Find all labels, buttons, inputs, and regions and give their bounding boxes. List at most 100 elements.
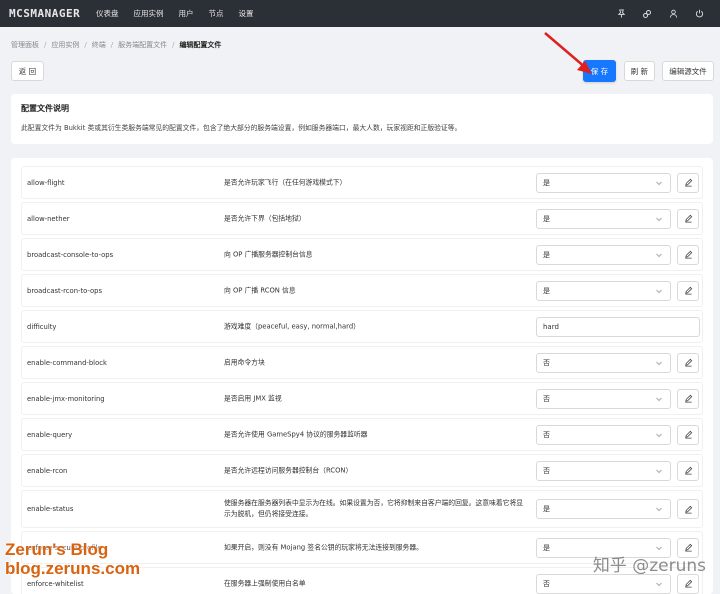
config-description: 是否启用 JMX 监视 [224, 394, 282, 402]
watermark-blog-url: blog.zeruns.com [5, 559, 141, 578]
config-description: 是否允许使用 GameSpy4 协议的服务器监听器 [224, 430, 368, 438]
chevron-down-icon [656, 217, 662, 221]
config-description: 是否允许下界（包括地狱） [224, 214, 306, 222]
nav-users[interactable]: 用户 [179, 8, 194, 19]
pencil-icon [684, 394, 692, 403]
chevron-down-icon [656, 507, 662, 512]
config-description: 向 OP 广播服务器控制台信息 [224, 250, 313, 258]
nav-nodes[interactable]: 节点 [209, 8, 224, 19]
breadcrumb-separator: / [44, 41, 47, 49]
edit-button[interactable] [677, 499, 699, 519]
config-value-select[interactable]: 是 [536, 244, 671, 265]
breadcrumb-separator: / [110, 41, 114, 49]
edit-button[interactable] [677, 172, 699, 193]
nav-instances[interactable]: 应用实例 [134, 8, 164, 19]
pencil-icon [684, 466, 692, 475]
chevron-down-icon [656, 253, 662, 257]
pencil-icon [684, 214, 692, 223]
pencil-icon [684, 178, 692, 187]
nav-dashboard[interactable]: 仪表盘 [96, 8, 119, 19]
config-value-select[interactable]: 是 [536, 172, 671, 193]
edit-button[interactable] [677, 244, 699, 265]
watermark-zhihu: 知乎 @zeruns [592, 556, 706, 576]
pencil-icon [684, 505, 692, 514]
config-row: broadcast-rcon-to-ops 向 OP 广播 RCON 信息 是 [21, 274, 703, 307]
chevron-down-icon [656, 397, 662, 401]
edit-source-button[interactable]: 编辑源文件 [662, 61, 714, 81]
config-description: 是否允许远程访问服务器控制台（RCON） [224, 466, 353, 474]
info-card: 配置文件说明 此配置文件为 Bukkit 类或其衍生类服务端常见的配置文件，包含… [11, 94, 713, 144]
config-row: broadcast-console-to-ops 向 OP 广播服务器控制台信息… [21, 238, 703, 271]
pencil-icon [684, 286, 692, 295]
chevron-down-icon [656, 181, 662, 185]
back-button[interactable]: 返 回 [11, 61, 44, 81]
user-icon[interactable] [662, 6, 684, 22]
pencil-icon [684, 430, 692, 439]
info-title: 配置文件说明 [21, 104, 69, 113]
config-description: 如果开启，则没有 Mojang 签名公钥的玩家将无法连接到服务器。 [224, 543, 423, 551]
config-row: difficulty 游戏难度（peaceful, easy, normal,h… [21, 310, 703, 343]
breadcrumb-item[interactable]: 终端 [92, 40, 106, 50]
config-row: allow-nether 是否允许下界（包括地狱） 是 [21, 202, 703, 235]
edit-button[interactable] [677, 573, 699, 594]
config-value-select[interactable]: 是 [536, 280, 671, 301]
edit-button[interactable] [677, 424, 699, 445]
config-row: enable-command-block 启用命令方块 否 [21, 346, 703, 379]
config-description: 使服务器在服务器列表中显示为在线。如果设置为否，它将抑制来自客户端的回复。这意味… [224, 499, 524, 518]
config-value-select[interactable]: 否 [536, 352, 671, 373]
pencil-icon [684, 358, 692, 367]
config-value-select[interactable]: 否 [536, 424, 671, 445]
config-key: broadcast-rcon-to-ops [27, 286, 103, 295]
config-key: enable-rcon [27, 466, 68, 475]
config-key: enforce-whitelist [27, 579, 84, 588]
config-value-select[interactable]: 否 [536, 388, 671, 409]
edit-button[interactable] [677, 388, 699, 409]
config-description: 是否允许玩家飞行（在任何游戏模式下） [224, 178, 347, 186]
edit-button[interactable] [677, 352, 699, 373]
config-row: allow-flight 是否允许玩家飞行（在任何游戏模式下） 是 [21, 166, 703, 199]
breadcrumb-item[interactable]: 应用实例 [51, 40, 79, 50]
breadcrumb-item[interactable]: 服务端配置文件 [118, 40, 167, 50]
config-key: difficulty [27, 322, 57, 331]
edit-button[interactable] [677, 280, 699, 301]
refresh-button[interactable]: 刷 新 [624, 61, 655, 81]
app-logo[interactable]: MCSMANAGER [9, 7, 87, 20]
config-description: 启用命令方块 [224, 358, 265, 366]
config-value-input[interactable]: hard [536, 316, 700, 337]
config-key: allow-flight [27, 178, 65, 187]
watermark-blog: Zerun's Blog blog.zeruns.com [5, 540, 140, 578]
config-key: enable-status [27, 505, 74, 513]
breadcrumb-item[interactable]: 管理面板 [11, 40, 39, 50]
chevron-down-icon [656, 289, 662, 293]
config-row: enable-query 是否允许使用 GameSpy4 协议的服务器监听器 否 [21, 418, 703, 451]
top-nav: MCSMANAGER 仪表盘 应用实例 用户 节点 设置 [0, 0, 720, 27]
config-value-select[interactable]: 是 [536, 499, 671, 519]
config-value-select[interactable]: 否 [536, 460, 671, 481]
chevron-down-icon [656, 433, 662, 437]
chevron-down-icon [656, 361, 662, 365]
config-row: enable-rcon 是否允许远程访问服务器控制台（RCON） 否 [21, 454, 703, 487]
info-description: 此配置文件为 Bukkit 类或其衍生类服务端常见的配置文件，包含了绝大部分的服… [21, 124, 462, 132]
config-key: allow-nether [27, 214, 70, 223]
edit-button[interactable] [677, 460, 699, 481]
save-button[interactable]: 保 存 [583, 60, 616, 82]
config-list: allow-flight 是否允许玩家飞行（在任何游戏模式下） 是 allow-… [11, 158, 713, 594]
breadcrumb-separator: / [84, 41, 87, 49]
chevron-down-icon [656, 469, 662, 473]
config-value-select[interactable]: 否 [536, 573, 671, 594]
config-key: enable-command-block [27, 358, 107, 367]
edit-button[interactable] [677, 208, 699, 229]
chevron-down-icon [656, 582, 662, 586]
config-row: enable-jmx-monitoring 是否启用 JMX 监视 否 [21, 382, 703, 415]
pin-icon[interactable] [610, 6, 632, 22]
link-icon[interactable] [636, 6, 658, 22]
breadcrumb-separator: / [172, 41, 175, 49]
pencil-icon [684, 250, 692, 259]
watermark-blog-name: Zerun's Blog [5, 540, 109, 559]
pencil-icon [684, 579, 692, 588]
power-icon[interactable] [688, 6, 710, 22]
nav-settings[interactable]: 设置 [239, 8, 254, 19]
config-description: 游戏难度（peaceful, easy, normal,hard） [224, 322, 360, 330]
config-description: 在服务器上强制使用白名单 [224, 579, 306, 587]
config-value-select[interactable]: 是 [536, 208, 671, 229]
